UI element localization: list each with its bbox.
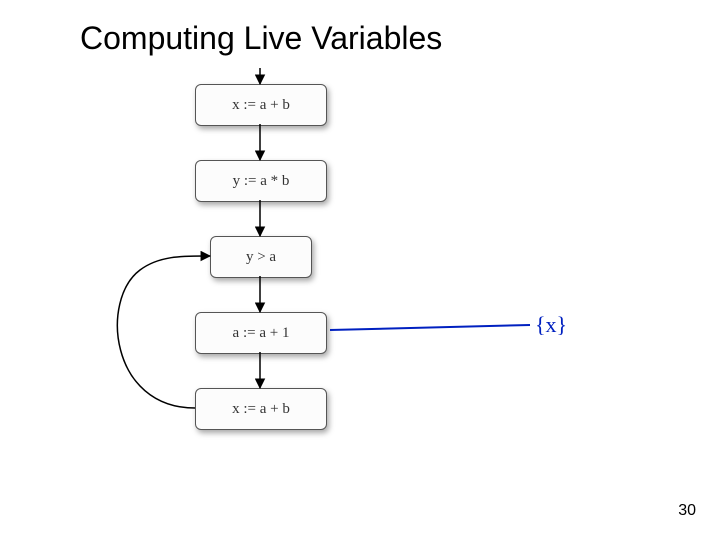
annotation-pointer — [330, 325, 530, 330]
flow-node-5-label: x := a + b — [232, 401, 290, 418]
page-number: 30 — [678, 502, 696, 520]
slide-title: Computing Live Variables — [80, 20, 442, 57]
flow-node-2: y := a * b — [195, 160, 327, 202]
flow-node-3-label: y > a — [246, 249, 276, 266]
flow-node-5: x := a + b — [195, 388, 327, 430]
live-set-annotation: {x} — [535, 312, 567, 338]
flow-node-3: y > a — [210, 236, 312, 278]
flow-node-1-label: x := a + b — [232, 97, 290, 114]
flow-node-4-label: a := a + 1 — [233, 325, 290, 342]
flow-node-1: x := a + b — [195, 84, 327, 126]
flow-edges — [0, 0, 720, 540]
flow-node-4: a := a + 1 — [195, 312, 327, 354]
flow-node-2-label: y := a * b — [233, 173, 290, 190]
